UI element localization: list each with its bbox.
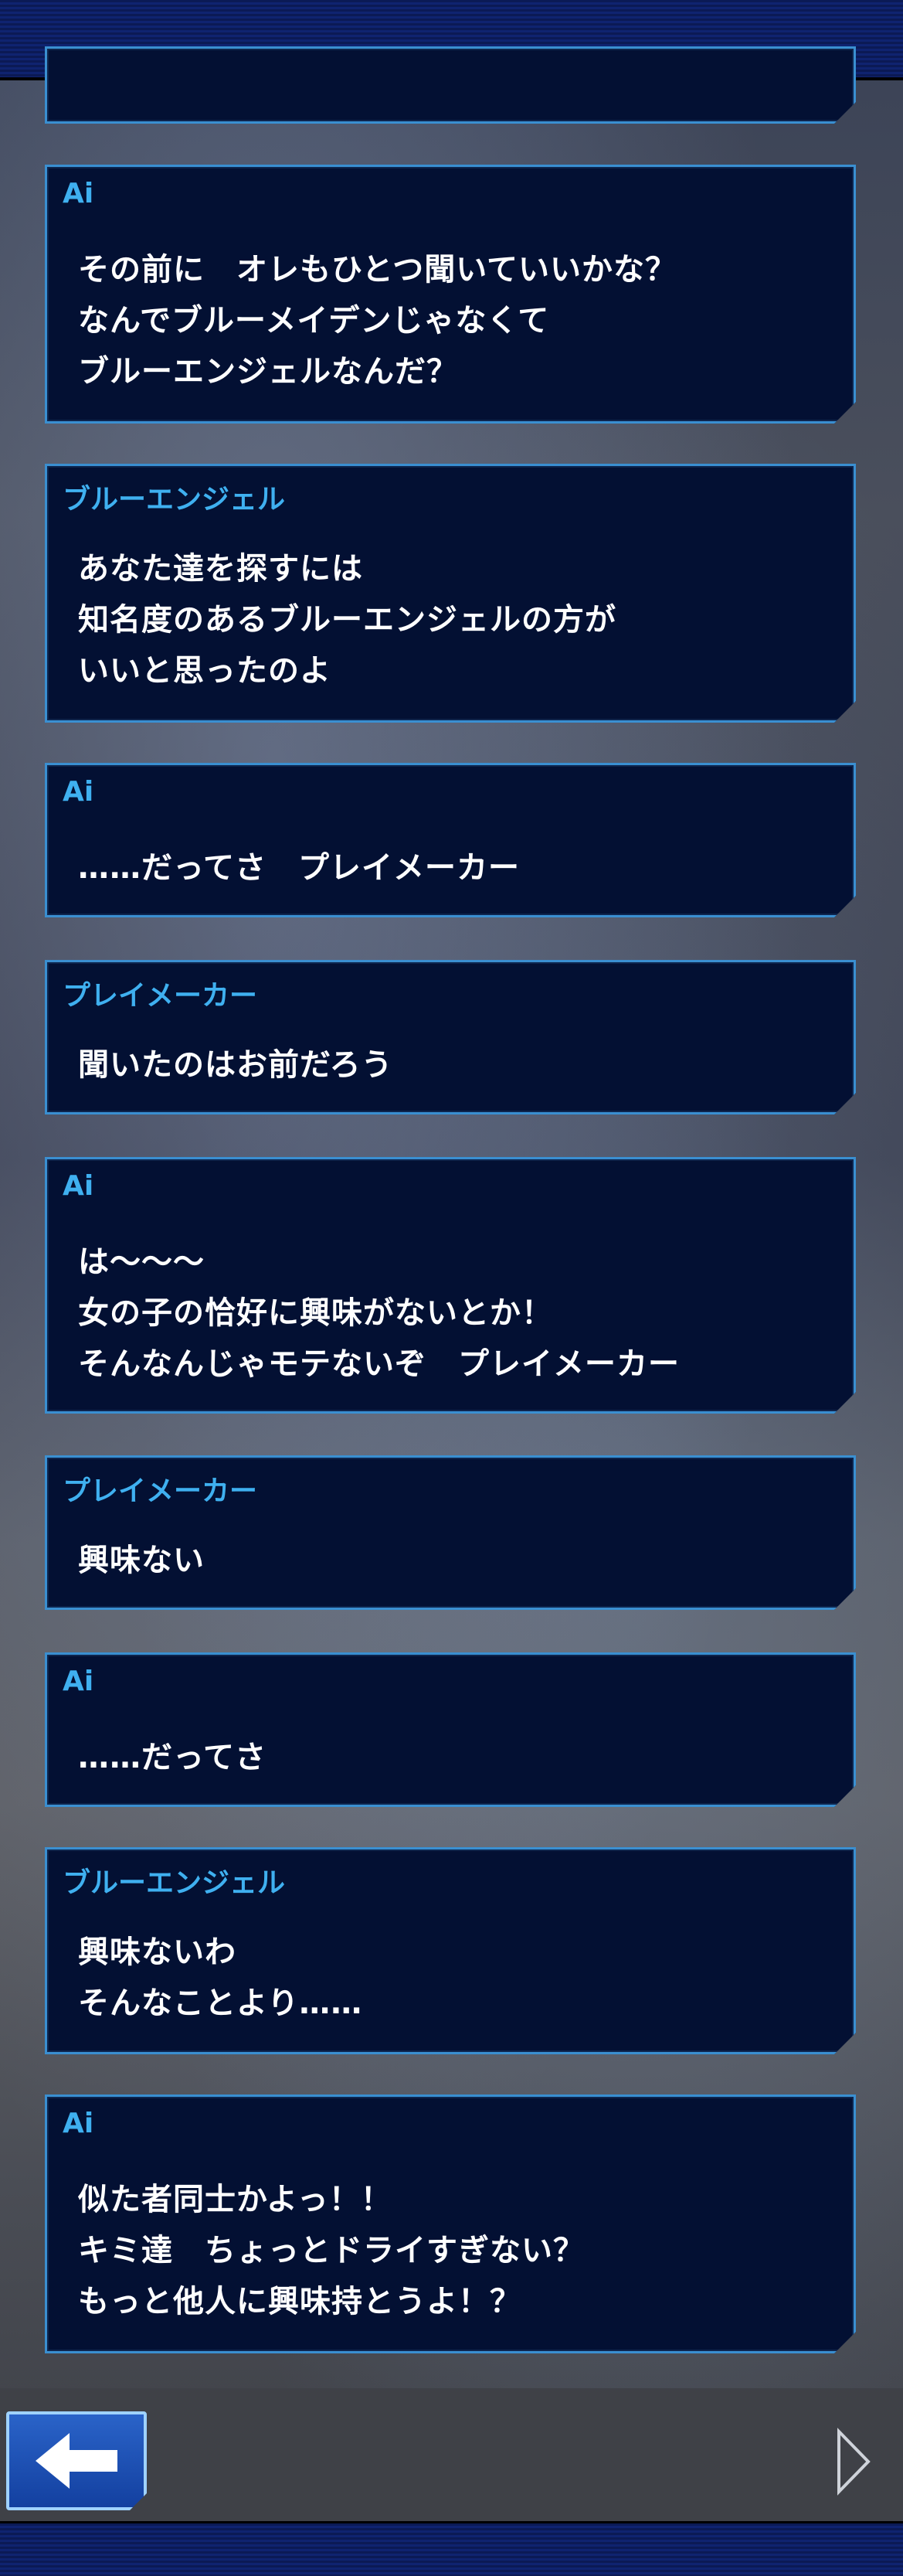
back-button[interactable]	[6, 2411, 147, 2510]
dialogue-bubble: ブルーエンジェル 興味ないわ そんなことより……	[45, 1847, 856, 2054]
dialogue-bubble: Ai その前に オレもひとつ聞いていいかな？ なんでブルーメイデンじゃなくて ブ…	[45, 165, 856, 424]
dialogue-bubble: プレイメーカー 興味ない	[45, 1455, 856, 1610]
speaker-name: ブルーエンジェル	[63, 1867, 286, 1899]
speaker-name: プレイメーカー	[63, 980, 258, 1012]
dialogue-line: そんなことより……	[78, 1986, 363, 2021]
next-button[interactable]	[834, 2427, 873, 2496]
speaker-name: Ai	[63, 178, 94, 209]
dialogue-line: ブルーエンジェルなんだ？	[78, 354, 458, 390]
speaker-name: Ai	[63, 1170, 94, 1202]
dialogue-bubble: Ai は〜〜〜 女の子の恰好に興味がないとか！ そんなんじゃモテないぞ プレイメ…	[45, 1157, 856, 1414]
dialogue-bubble: ブルーエンジェル あなた達を探すには 知名度のあるブルーエンジェルの方が いいと…	[45, 464, 856, 723]
dialogue-line: ……だってさ	[78, 1740, 266, 1775]
dialogue-line: 聞いたのはお前だろう	[78, 1047, 393, 1083]
dialogue-line: そんなんじゃモテないぞ プレイメーカー	[78, 1346, 680, 1382]
dialogue-bubble: プレイメーカー 聞いたのはお前だろう	[45, 960, 856, 1114]
dialogue-line: は〜〜〜	[78, 1244, 205, 1280]
speaker-name: Ai	[63, 1666, 94, 1697]
dialogue-line: いいと思ったのよ	[78, 653, 331, 689]
bottom-bar	[0, 2521, 903, 2576]
dialogue-line: なんでブルーメイデンじゃなくて	[78, 303, 550, 339]
dialogue-line: ……だってさ プレイメーカー	[78, 850, 520, 886]
dialogue-bubble: Ai ……だってさ	[45, 1652, 856, 1807]
dialogue-line: 女の子の恰好に興味がないとか！	[78, 1295, 553, 1331]
dialogue-line: 興味ないわ	[78, 1935, 236, 1970]
dialogue-line: 興味ない	[78, 1543, 205, 1578]
play-triangle-icon	[837, 2428, 871, 2496]
dialogue-line: キミ達 ちょっとドライすぎない？	[78, 2233, 585, 2268]
speaker-name: ブルーエンジェル	[63, 484, 286, 516]
dialogue-line: 似た者同士かよっ！！	[78, 2182, 392, 2217]
dialogue-line: あなた達を探すには	[78, 551, 363, 587]
dialogue-line: 知名度のあるブルーエンジェルの方が	[78, 602, 616, 638]
speaker-name: Ai	[63, 2108, 94, 2139]
left-arrow-icon	[9, 2414, 144, 2507]
dialogue-bubble-partial	[45, 46, 856, 124]
dialogue-bubble: Ai ……だってさ プレイメーカー	[45, 763, 856, 917]
speaker-name: プレイメーカー	[63, 1475, 258, 1507]
dialogue-line: もっと他人に興味持とうよ！？	[78, 2284, 521, 2319]
speaker-name: Ai	[63, 776, 94, 808]
dialogue-bubble: Ai 似た者同士かよっ！！ キミ達 ちょっとドライすぎない？ もっと他人に興味持…	[45, 2094, 856, 2353]
dialogue-line: その前に オレもひとつ聞いていいかな？	[78, 252, 677, 288]
